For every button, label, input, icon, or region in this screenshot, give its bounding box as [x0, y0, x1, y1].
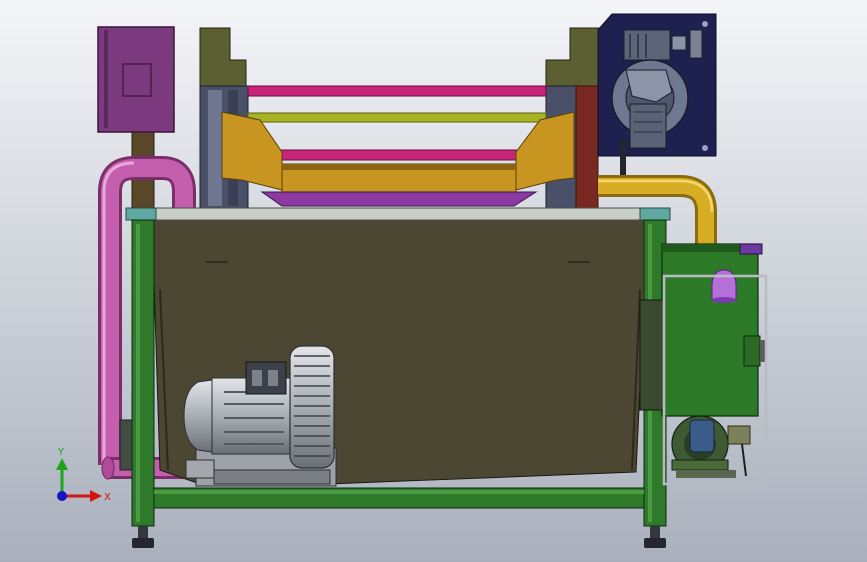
frame-post-left [131, 219, 155, 527]
left-frame-inner [208, 90, 222, 206]
cad-viewport[interactable]: Y X [0, 0, 867, 562]
panel-bolt [702, 21, 708, 27]
terminal-gland [268, 370, 278, 386]
motor-terminal [671, 35, 687, 51]
electrical-box[interactable] [97, 26, 175, 133]
x-axis-label: X [104, 492, 111, 503]
gearbox-lower [629, 103, 667, 149]
lower-rail-magenta [269, 149, 527, 161]
pipe-elbow [101, 456, 115, 480]
slab-end-left [125, 207, 157, 221]
hopper-purple-base [260, 191, 538, 207]
reservoir-nozzle [743, 335, 761, 367]
slab-end-right [639, 207, 671, 221]
leveling-foot-right[interactable] [644, 538, 666, 548]
beam-highlight [154, 490, 644, 494]
pump-valve[interactable] [727, 425, 751, 445]
cad-model-view[interactable]: Y X [0, 0, 867, 562]
leveling-foot-stem [138, 526, 148, 538]
post-highlight [136, 224, 140, 522]
reservoir-box[interactable] [661, 243, 759, 417]
electrical-box-edge [104, 30, 108, 128]
z-axis-origin [57, 491, 67, 501]
drive-motor-body[interactable] [623, 29, 671, 61]
pump-flange [671, 459, 729, 471]
middle-rail-green [247, 112, 547, 123]
pump-inlet-blue [689, 419, 715, 453]
leveling-foot-stem [650, 526, 660, 538]
y-axis-label: Y [57, 447, 65, 458]
top-rail-magenta [247, 85, 547, 97]
panel-bolt [702, 145, 708, 151]
pipe-flange [119, 419, 133, 471]
right-brown-plate [575, 85, 599, 209]
pump-base [676, 470, 736, 478]
sight-glass [711, 269, 737, 301]
leveling-foot-left[interactable] [132, 538, 154, 548]
drive-unit[interactable] [597, 13, 717, 180]
drive-shaft [620, 140, 626, 180]
blower-inlet [185, 459, 215, 479]
blower-mount [213, 469, 331, 485]
motor-fan-cover [689, 29, 703, 59]
main-frame[interactable] [125, 207, 671, 548]
hopper-trough-lip [282, 164, 516, 170]
terminal-gland [252, 370, 262, 386]
reservoir-cap [739, 243, 763, 255]
reservoir-side-plate [639, 299, 665, 411]
top-cover-slab [125, 207, 671, 221]
sight-glass-base [712, 297, 736, 303]
impeller-housing[interactable] [289, 345, 335, 469]
